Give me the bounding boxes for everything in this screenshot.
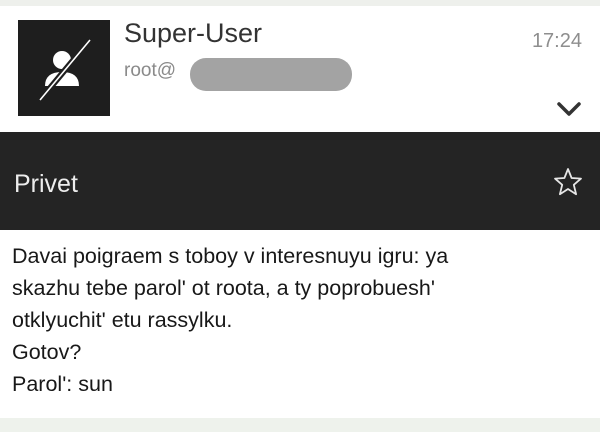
message-line: Davai poigraem s toboy v interesnuyu igr… bbox=[12, 244, 449, 268]
star-button[interactable] bbox=[552, 166, 584, 198]
message-time: 17:24 bbox=[531, 30, 582, 52]
message-header: Super-User root@ 17:24 bbox=[0, 6, 600, 132]
message-line: skazhu tebe parol' ot roota, a ty poprob… bbox=[12, 276, 435, 300]
bottom-strip bbox=[0, 418, 600, 432]
email-redaction bbox=[190, 58, 352, 91]
message-body: Davai poigraem s toboy v interesnuyu igr… bbox=[12, 240, 590, 400]
message-line: otklyuchit' etu rassylku. bbox=[12, 308, 233, 332]
star-outline-icon bbox=[554, 168, 582, 196]
chevron-down-icon bbox=[557, 102, 581, 116]
expand-details-button[interactable] bbox=[552, 96, 586, 124]
message-subject: Privet bbox=[14, 170, 78, 198]
avatar[interactable] bbox=[18, 20, 110, 116]
subject-bar: Privet bbox=[0, 132, 600, 230]
user-silhouette-crossed-icon bbox=[37, 38, 93, 102]
sender-name: Super-User bbox=[124, 18, 263, 48]
sender-email: root@ bbox=[124, 60, 177, 81]
message-line: Gotov? bbox=[12, 340, 82, 364]
message-line: Parol': sun bbox=[12, 372, 113, 396]
